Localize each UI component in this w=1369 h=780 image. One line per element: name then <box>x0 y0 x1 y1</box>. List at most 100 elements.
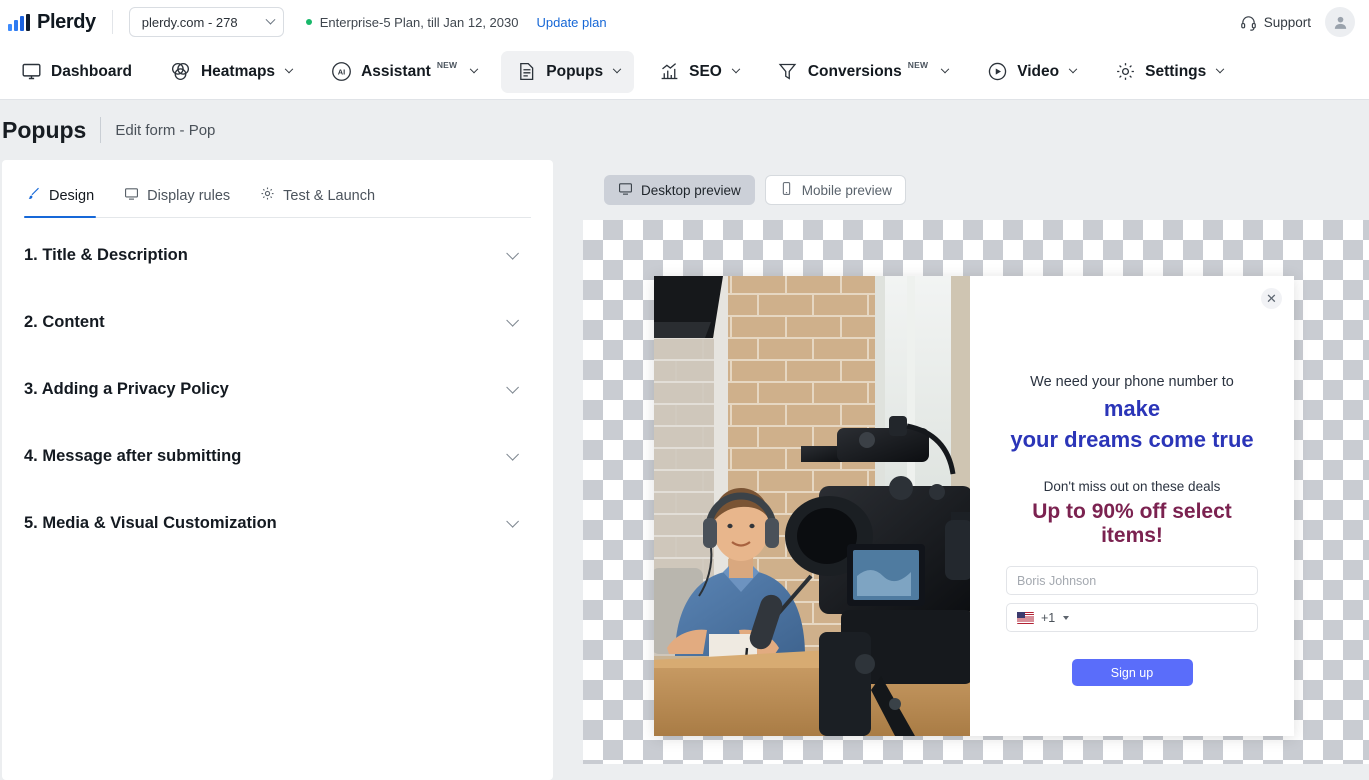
preview-panel: Desktop preview Mobile preview <box>583 160 1369 780</box>
monitor-icon <box>618 181 633 199</box>
desktop-preview-label: Desktop preview <box>641 183 741 198</box>
nav-label-assistant: Assistant <box>361 63 431 81</box>
topbar-divider <box>112 10 113 34</box>
chevron-down-icon <box>265 14 275 24</box>
plan-info: Enterprise-5 Plan, till Jan 12, 2030 Upd… <box>306 15 607 30</box>
nav-item-conversions[interactable]: Conversions NEW <box>763 51 962 93</box>
popup-phone-input[interactable]: +1 <box>1006 603 1258 632</box>
nav-item-seo[interactable]: SEO <box>644 51 753 93</box>
section-content[interactable]: 2. Content <box>24 289 531 356</box>
plerdy-logo[interactable]: Plerdy <box>0 11 112 34</box>
mobile-preview-label: Mobile preview <box>802 183 892 198</box>
nav-item-video[interactable]: Video <box>972 51 1090 93</box>
nav-label-video: Video <box>1017 63 1059 81</box>
nav-label-conversions: Conversions <box>808 63 902 81</box>
headset-icon <box>1240 14 1257 31</box>
chevron-down-icon <box>506 314 519 327</box>
chevron-down-icon <box>1216 64 1224 72</box>
nav-badge-new: NEW <box>908 60 928 70</box>
section-label: 5. Media & Visual Customization <box>24 514 277 533</box>
popup-offer-text: Up to 90% off select items! <box>1006 500 1258 548</box>
monitor-icon <box>20 61 42 83</box>
bar-chart-icon <box>658 61 680 83</box>
us-flag-icon <box>1017 612 1034 624</box>
preview-mode-toolbar: Desktop preview Mobile preview <box>583 160 1369 220</box>
support-button[interactable]: Support <box>1240 14 1311 31</box>
caret-down-icon[interactable] <box>1063 616 1069 620</box>
section-title-description[interactable]: 1. Title & Description <box>24 222 531 289</box>
section-message-after-submitting[interactable]: 4. Message after submitting <box>24 423 531 490</box>
popup-signup-button[interactable]: Sign up <box>1072 659 1193 686</box>
top-bar: Plerdy plerdy.com - 278 Enterprise-5 Pla… <box>0 0 1369 44</box>
popup-name-input[interactable]: Boris Johnson <box>1006 566 1258 595</box>
popup-phone-country-code: +1 <box>1041 611 1055 625</box>
avatar[interactable] <box>1325 7 1355 37</box>
chevron-down-icon <box>506 448 519 461</box>
section-label: 2. Content <box>24 313 105 332</box>
preview-canvas: ✕ We need your phone number to make your… <box>583 220 1369 764</box>
page-title: Popups <box>2 117 86 144</box>
nav-label-dashboard: Dashboard <box>51 63 132 81</box>
tab-display-rules[interactable]: Display rules <box>122 180 232 217</box>
chevron-down-icon <box>732 64 740 72</box>
logo-text: Plerdy <box>37 11 96 34</box>
tab-design[interactable]: Design <box>24 180 96 217</box>
popup-headline-lead: We need your phone number to <box>1030 374 1234 390</box>
funnel-icon <box>777 61 799 83</box>
nav-label-settings: Settings <box>1145 63 1206 81</box>
nav-item-settings[interactable]: Settings <box>1100 51 1237 93</box>
editor-tabs: Design Display rules Test & Launch <box>24 180 531 218</box>
editor-sections: 1. Title & Description 2. Content 3. Add… <box>24 218 531 557</box>
nav-label-seo: SEO <box>689 63 722 81</box>
section-media-visual-customization[interactable]: 5. Media & Visual Customization <box>24 490 531 557</box>
nav-badge-new: NEW <box>437 60 457 70</box>
popup-subtext: Don't miss out on these deals <box>1044 479 1221 494</box>
mobile-preview-button[interactable]: Mobile preview <box>765 175 906 205</box>
chevron-down-icon <box>506 247 519 260</box>
circles-icon <box>170 61 192 83</box>
brush-icon <box>26 186 41 205</box>
ai-icon: AI <box>330 61 352 83</box>
nav-label-heatmaps: Heatmaps <box>201 63 275 81</box>
chevron-down-icon <box>613 64 621 72</box>
tab-test-launch[interactable]: Test & Launch <box>258 180 377 217</box>
nav-label-popups: Popups <box>546 63 603 81</box>
plan-status-dot-icon <box>306 19 312 25</box>
popup-headline-accent-2: your dreams come true <box>1006 424 1258 455</box>
chevron-down-icon <box>506 515 519 528</box>
section-privacy-policy[interactable]: 3. Adding a Privacy Policy <box>24 356 531 423</box>
nav-item-dashboard[interactable]: Dashboard <box>6 51 146 93</box>
chevron-down-icon <box>1069 64 1077 72</box>
support-label: Support <box>1264 15 1311 30</box>
nav-item-heatmaps[interactable]: Heatmaps <box>156 51 306 93</box>
page-header: Popups Edit form - Pop <box>0 100 1369 160</box>
tab-label-display-rules: Display rules <box>147 188 230 204</box>
main-content: Design Display rules Test & Launch <box>0 160 1369 780</box>
svg-text:AI: AI <box>337 68 344 77</box>
nav-item-assistant[interactable]: AI Assistant NEW <box>316 51 491 93</box>
document-icon <box>515 61 537 83</box>
breadcrumb-divider <box>100 117 101 143</box>
tab-label-design: Design <box>49 188 94 204</box>
breadcrumb-subtitle: Edit form - Pop <box>115 122 215 139</box>
play-circle-icon <box>986 61 1008 83</box>
nav-item-popups[interactable]: Popups <box>501 51 634 93</box>
section-label: 1. Title & Description <box>24 246 188 265</box>
section-label: 3. Adding a Privacy Policy <box>24 380 229 399</box>
desktop-preview-button[interactable]: Desktop preview <box>604 175 755 205</box>
popup-image <box>654 276 970 736</box>
mobile-icon <box>779 181 794 199</box>
popup-content: ✕ We need your phone number to make your… <box>970 276 1294 736</box>
monitor-icon <box>124 186 139 205</box>
section-label: 4. Message after submitting <box>24 447 241 466</box>
close-icon[interactable]: ✕ <box>1261 288 1282 309</box>
chevron-down-icon <box>285 64 293 72</box>
chevron-down-icon <box>506 381 519 394</box>
topbar-right: Support <box>1240 7 1355 37</box>
site-selector[interactable]: plerdy.com - 278 <box>129 7 284 37</box>
popup-name-placeholder: Boris Johnson <box>1017 574 1096 588</box>
podcast-studio-photo <box>654 276 970 736</box>
chevron-down-icon <box>470 64 478 72</box>
update-plan-link[interactable]: Update plan <box>536 15 606 30</box>
plan-text: Enterprise-5 Plan, till Jan 12, 2030 <box>320 15 519 30</box>
